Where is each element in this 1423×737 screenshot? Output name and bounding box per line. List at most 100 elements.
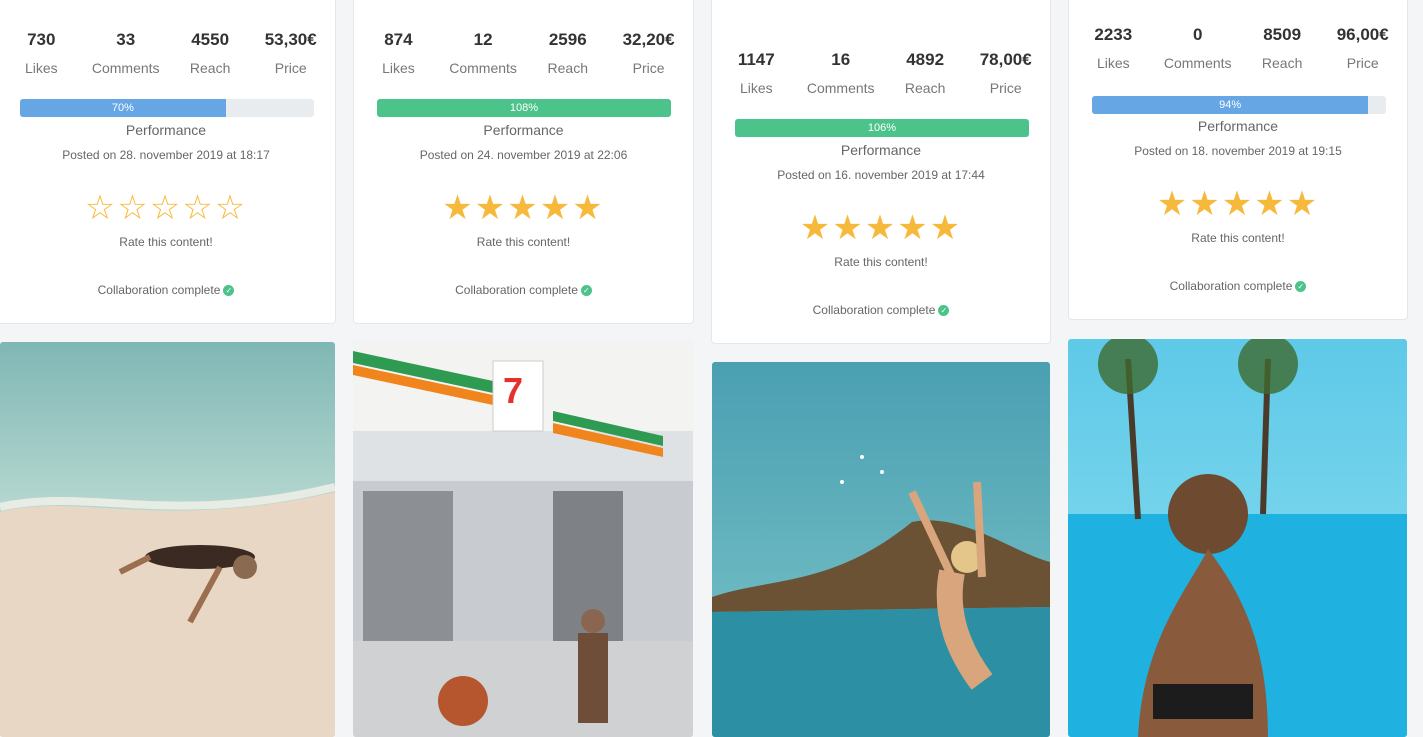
reach-label: Reach [547, 60, 588, 76]
stats-row: 2233 Likes 0 Comments 8509 Reach 96,00€ Pric… [1073, 24, 1403, 72]
comments-label: Comments [91, 60, 160, 76]
comments-label: Comments [806, 80, 875, 96]
star-icon[interactable]: ★ [832, 210, 864, 246]
rate-label: Rate this content! [476, 235, 571, 249]
reach-label: Reach [189, 60, 231, 76]
price-value: 96,00€ [1336, 25, 1389, 44]
sea-photo[interactable] [712, 362, 1050, 737]
reach-value: 4892 [906, 50, 945, 69]
post-card: 730 Likes 33 Comments 4550 Reach 53,30€ Pric… [0, 0, 336, 324]
star-icon[interactable]: ★ [1287, 186, 1319, 222]
likes-label: Likes [739, 80, 773, 96]
price-value: 32,20€ [622, 30, 675, 49]
pool-photo[interactable] [1068, 339, 1407, 737]
comments-label: Comments [449, 60, 517, 76]
rate-label: Rate this content! [834, 255, 928, 269]
star-icon[interactable]: ★ [865, 210, 897, 246]
performance-label: Performance [483, 122, 564, 138]
rating-stars[interactable]: ★★★★★ [712, 210, 1050, 246]
performance-label: Performance [1197, 118, 1279, 134]
reach-value: 8509 [1263, 25, 1302, 44]
reach-label: Reach [1261, 55, 1303, 71]
comments-value: 16 [831, 50, 851, 69]
star-icon[interactable]: ★ [572, 190, 604, 226]
rating-stars[interactable]: ★★★★★ [354, 190, 693, 226]
rating-stars[interactable]: ☆☆☆☆☆ [0, 190, 335, 226]
store-photo[interactable]: 7 [353, 341, 693, 737]
star-icon[interactable]: ☆ [85, 190, 117, 226]
comments-label: Comments [1163, 55, 1232, 71]
price-label: Price [632, 60, 665, 76]
beach-photo-image [0, 342, 335, 737]
collab-label: Collaboration complete [812, 303, 936, 317]
reach-label: Reach [904, 80, 946, 96]
rating-stars[interactable]: ★★★★★ [1069, 186, 1407, 222]
check-shield-icon: ✓ [223, 285, 235, 297]
performance-bar: 106% [735, 119, 1029, 137]
posted-date: Posted on 24. november 2019 at 22:06 [419, 148, 628, 162]
comments-value: 0 [1192, 25, 1203, 44]
price-label: Price [274, 60, 307, 76]
reach-value: 4550 [191, 30, 230, 49]
posted-date: Posted on 18. november 2019 at 19:15 [1134, 144, 1342, 158]
rate-label: Rate this content! [119, 235, 213, 249]
price-label: Price [989, 80, 1022, 96]
star-icon[interactable]: ★ [442, 190, 474, 226]
star-icon[interactable]: ★ [800, 210, 832, 246]
beach-photo[interactable] [0, 342, 335, 737]
performance-bar-fill: 106% [735, 119, 1029, 137]
performance-bar-fill: 108% [377, 99, 671, 117]
likes-label: Likes [24, 60, 58, 76]
star-icon[interactable]: ★ [1254, 186, 1286, 222]
post-card: 1147 Likes 16 Comments 4892 Reach 78,00€ Pri… [711, 0, 1051, 344]
star-icon[interactable]: ★ [475, 190, 507, 226]
performance-bar: 108% [377, 99, 671, 117]
reach-value: 2596 [548, 30, 587, 49]
check-shield-icon: ✓ [1295, 281, 1307, 293]
star-icon[interactable]: ★ [1157, 186, 1189, 222]
star-icon[interactable]: ☆ [150, 190, 182, 226]
collaboration-status: Collaboration complete ✓ [1069, 279, 1407, 293]
price-label: Price [1346, 55, 1379, 71]
check-shield-icon: ✓ [580, 285, 592, 297]
star-icon[interactable]: ☆ [182, 190, 214, 226]
likes-value: 874 [384, 30, 413, 49]
pool-photo-image [1068, 339, 1407, 737]
collab-label: Collaboration complete [1169, 279, 1293, 293]
star-icon[interactable]: ★ [1222, 186, 1254, 222]
stats-row: 874 Likes 12 Comments 2596 Reach 32,20€ Pric… [358, 29, 689, 77]
star-icon[interactable]: ★ [1189, 186, 1221, 222]
performance-bar-fill: 70% [20, 99, 226, 117]
stats-row: 730 Likes 33 Comments 4550 Reach 53,30€ Pric… [1, 29, 331, 77]
likes-value: 730 [27, 30, 56, 49]
star-icon[interactable]: ★ [540, 190, 572, 226]
comments-value: 12 [473, 30, 493, 49]
collaboration-status: Collaboration complete ✓ [354, 283, 693, 297]
posted-date: Posted on 16. november 2019 at 17:44 [777, 168, 985, 182]
star-icon[interactable]: ★ [507, 190, 539, 226]
star-icon[interactable]: ★ [897, 210, 929, 246]
performance-bar: 94% [1092, 96, 1386, 114]
star-icon[interactable]: ☆ [117, 190, 149, 226]
post-card: 2233 Likes 0 Comments 8509 Reach 96,00€ Pric… [1068, 0, 1408, 320]
likes-value: 2233 [1094, 25, 1133, 44]
collab-label: Collaboration complete [455, 283, 578, 297]
performance-label: Performance [840, 142, 922, 158]
check-shield-icon: ✓ [938, 305, 950, 317]
likes-label: Likes [1096, 55, 1130, 71]
post-card: 874 Likes 12 Comments 2596 Reach 32,20€ Pric… [353, 0, 694, 324]
star-icon[interactable]: ★ [930, 210, 962, 246]
likes-label: Likes [382, 60, 415, 76]
collaboration-status: Collaboration complete ✓ [0, 283, 335, 297]
rate-label: Rate this content! [1191, 231, 1285, 245]
performance-bar: 70% [20, 99, 314, 117]
stats-row: 1147 Likes 16 Comments 4892 Reach 78,00€ Pri… [716, 49, 1046, 97]
star-icon[interactable]: ☆ [215, 190, 247, 226]
price-value: 53,30€ [264, 30, 317, 49]
posted-date: Posted on 28. november 2019 at 18:17 [62, 148, 270, 162]
likes-value: 1147 [737, 50, 775, 69]
performance-bar-fill: 94% [1092, 96, 1369, 114]
store-photo-image: 7 [353, 341, 693, 737]
performance-label: Performance [125, 122, 207, 138]
collaboration-status: Collaboration complete ✓ [712, 303, 1050, 317]
